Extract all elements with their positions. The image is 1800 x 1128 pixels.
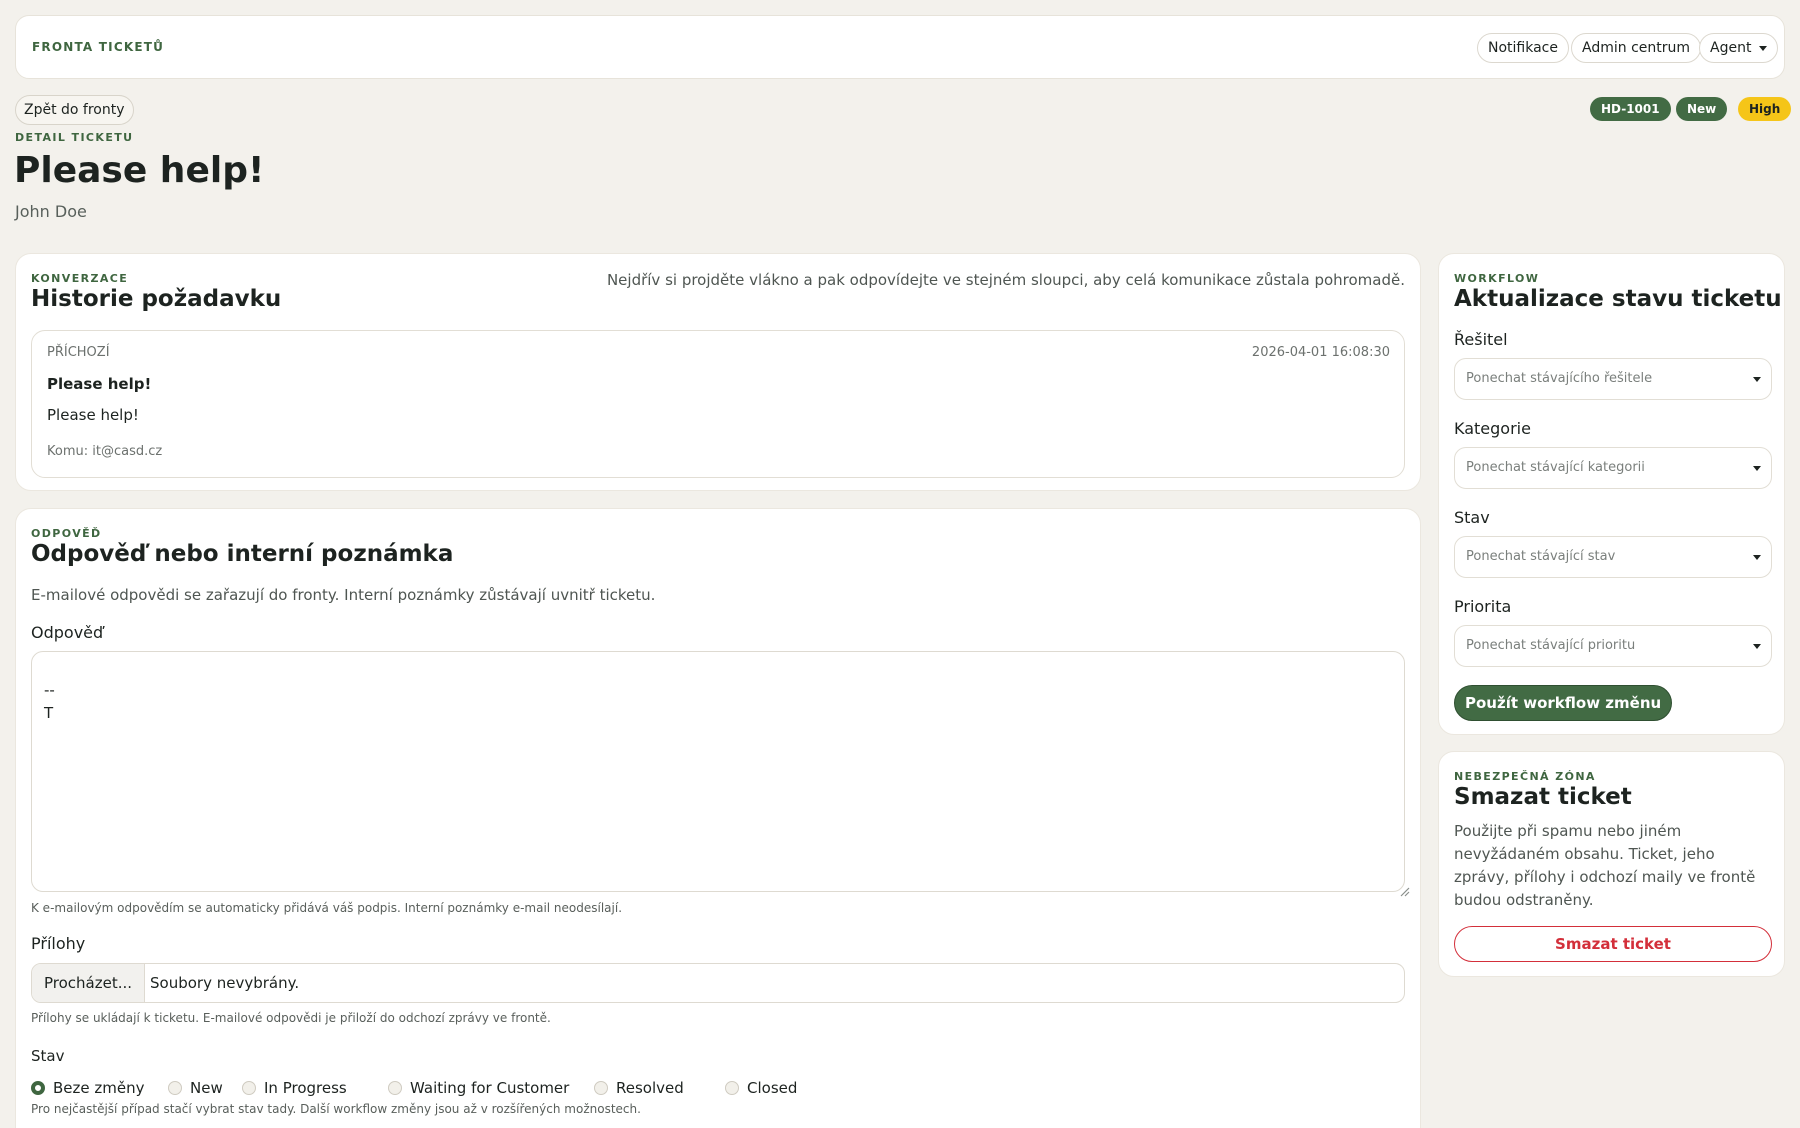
message-body: Please help!	[47, 406, 139, 424]
browse-button[interactable]: Procházet...	[32, 964, 146, 1002]
message-direction: PŘÍCHOZÍ	[47, 345, 110, 360]
workflow-card: WORKFLOW Aktualizace stavu ticketu Řešit…	[1438, 253, 1785, 735]
page-title: Please help!	[14, 150, 265, 191]
radio-label: In Progress	[264, 1079, 347, 1097]
message-item: PŘÍCHOZÍ 2026-04-01 16:08:30 Please help…	[31, 330, 1405, 478]
agent-menu-label: Agent	[1710, 40, 1752, 56]
agent-menu-button[interactable]: Agent	[1699, 33, 1779, 63]
category-select[interactable]: Ponechat stávající kategorii	[1454, 447, 1772, 489]
state-label: Stav	[1454, 508, 1490, 527]
status-note: Pro nejčastější případ stačí vybrat stav…	[31, 1102, 641, 1116]
danger-eyebrow: NEBEZPEČNÁ ZÓNA	[1454, 770, 1596, 783]
danger-description: Použijte při spamu nebo jiném nevyžádané…	[1454, 822, 1756, 909]
reply-eyebrow: ODPOVĚĎ	[31, 527, 102, 540]
brand-link[interactable]: FRONTA TICKETŮ	[32, 40, 164, 54]
top-navbar: FRONTA TICKETŮ Notifikace Admin centrum …	[15, 15, 1785, 79]
conversation-hint: Nejdřív si projděte vlákno a pak odpovíd…	[606, 271, 1405, 289]
radio-unchecked-icon	[168, 1081, 182, 1095]
status-label: Stav	[31, 1047, 65, 1065]
delete-ticket-button[interactable]: Smazat ticket	[1454, 926, 1772, 962]
radio-checked-icon	[31, 1081, 45, 1095]
state-select-value: Ponechat stávající stav	[1466, 549, 1616, 564]
danger-zone-card: NEBEZPEČNÁ ZÓNA Smazat ticket Použijte p…	[1438, 751, 1785, 977]
radio-unchecked-icon	[725, 1081, 739, 1095]
priority-select-value: Ponechat stávající prioritu	[1466, 638, 1636, 653]
assignee-select-value: Ponechat stávajícího řešitele	[1466, 371, 1653, 386]
chevron-down-icon	[1753, 466, 1761, 471]
reply-title: Odpověď nebo interní poznámka	[31, 541, 454, 567]
assignee-select[interactable]: Ponechat stávajícího řešitele	[1454, 358, 1772, 400]
priority-badge: High	[1738, 97, 1792, 121]
attachments-label: Přílohy	[31, 934, 86, 953]
priority-label: Priorita	[1454, 597, 1512, 616]
message-timestamp: 2026-04-01 16:08:30	[1251, 345, 1390, 360]
assignee-label: Řešitel	[1454, 330, 1508, 349]
no-files-text: Soubory nevybrány.	[150, 974, 300, 992]
notifications-button[interactable]: Notifikace	[1477, 33, 1569, 63]
reply-description: E-mailové odpovědi se zařazují do fronty…	[31, 586, 656, 604]
danger-title: Smazat ticket	[1454, 784, 1632, 810]
reply-textarea[interactable]: -- T	[31, 651, 1405, 892]
category-label: Kategorie	[1454, 419, 1531, 438]
reply-field-label: Odpověď	[31, 623, 104, 642]
status-badge: New	[1676, 97, 1728, 121]
resize-handle-icon[interactable]	[1398, 885, 1410, 897]
back-to-queue-button[interactable]: Zpět do fronty	[15, 95, 134, 125]
radio-label: Closed	[747, 1079, 798, 1097]
radio-label: Waiting for Customer	[410, 1079, 570, 1097]
conversation-eyebrow: KONVERZACE	[31, 272, 129, 285]
attachments-file-input[interactable]: Procházet... Soubory nevybrány.	[31, 963, 1405, 1003]
conversation-card: KONVERZACE Historie požadavku Nejdřív si…	[15, 253, 1421, 491]
attachments-note: Přílohy se ukládají k ticketu. E-mailové…	[31, 1011, 551, 1025]
workflow-eyebrow: WORKFLOW	[1454, 272, 1540, 285]
workflow-title: Aktualizace stavu ticketu	[1454, 286, 1782, 312]
priority-select[interactable]: Ponechat stávající prioritu	[1454, 625, 1772, 667]
message-recipient: Komu: it@casd.cz	[47, 444, 163, 459]
radio-unchecked-icon	[388, 1081, 402, 1095]
reply-card: ODPOVĚĎ Odpověď nebo interní poznámka E-…	[15, 508, 1421, 1128]
chevron-down-icon	[1753, 377, 1761, 382]
state-select[interactable]: Ponechat stávající stav	[1454, 536, 1772, 578]
apply-workflow-button[interactable]: Použít workflow změnu	[1454, 685, 1673, 721]
ticket-id-badge: HD-1001	[1590, 97, 1671, 121]
admin-center-button[interactable]: Admin centrum	[1571, 33, 1702, 63]
message-subject: Please help!	[47, 375, 152, 393]
chevron-down-icon	[1753, 555, 1761, 560]
category-select-value: Ponechat stávající kategorii	[1466, 460, 1645, 475]
signature-note: K e-mailovým odpovědím se automaticky př…	[31, 901, 623, 915]
chevron-down-icon	[1759, 45, 1768, 51]
chevron-down-icon	[1753, 644, 1761, 649]
radio-unchecked-icon	[594, 1081, 608, 1095]
radio-unchecked-icon	[242, 1081, 256, 1095]
radio-label: Resolved	[616, 1079, 684, 1097]
conversation-title: Historie požadavku	[31, 286, 282, 312]
page-eyebrow: DETAIL TICKETU	[15, 131, 134, 144]
requester-name: John Doe	[15, 202, 87, 221]
radio-label: Beze změny	[53, 1079, 145, 1097]
radio-label: New	[190, 1079, 223, 1097]
